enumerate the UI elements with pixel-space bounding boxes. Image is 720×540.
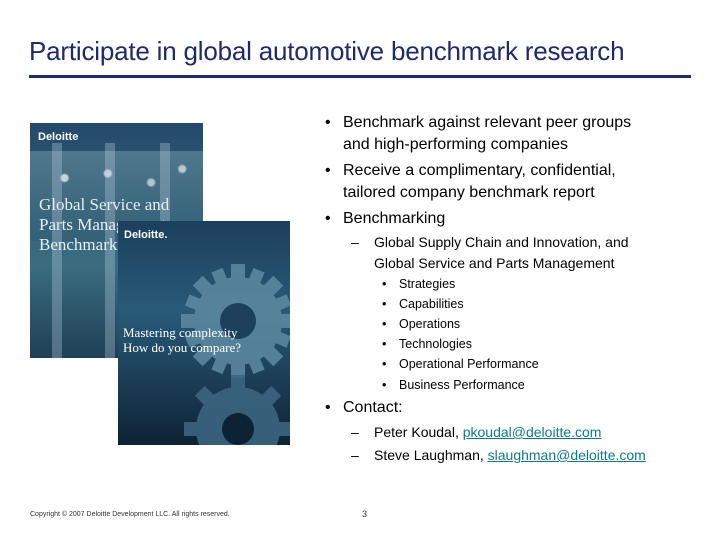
list-item: • Strategies — [382, 277, 456, 291]
email-link[interactable]: pkoudal@deloitte.com — [463, 424, 602, 440]
bullet-benchmark-report: • Receive a complimentary, confidential,… — [325, 162, 616, 201]
title-divider — [29, 75, 691, 78]
copyright-footer: Copyright © 2007 Deloitte Development LL… — [30, 511, 230, 518]
list-item: • Business Performance — [382, 378, 525, 392]
benchmarking-scope: – Global Supply Chain and Innovation, an… — [351, 234, 629, 271]
page-number: 3 — [362, 509, 368, 519]
slide-title: Participate in global automotive benchma… — [29, 36, 625, 66]
cover-brand: Deloitte — [38, 131, 79, 143]
gear-icon — [181, 264, 290, 378]
list-item: • Technologies — [382, 337, 472, 351]
report-cover-front: Deloitte. Mastering complexity How do yo… — [118, 221, 290, 445]
list-item: • Operations — [382, 317, 461, 331]
bullet-benchmarking: • Benchmarking — [325, 210, 446, 227]
contact-steve: – Steve Laughman, slaughman@deloitte.com — [351, 447, 646, 463]
cover-brand: Deloitte. — [124, 229, 168, 241]
gear-icon — [184, 375, 290, 445]
list-item: • Capabilities — [382, 297, 464, 311]
bullet-contact: • Contact: — [325, 399, 403, 416]
contact-peter: – Peter Koudal, pkoudal@deloitte.com — [351, 424, 602, 440]
list-item: • Operational Performance — [382, 357, 539, 371]
cover-title: Mastering complexity How do you compare? — [123, 325, 242, 355]
bullet-benchmark-peers: • Benchmark against relevant peer groups… — [325, 114, 632, 153]
email-link[interactable]: slaughman@deloitte.com — [488, 447, 646, 463]
